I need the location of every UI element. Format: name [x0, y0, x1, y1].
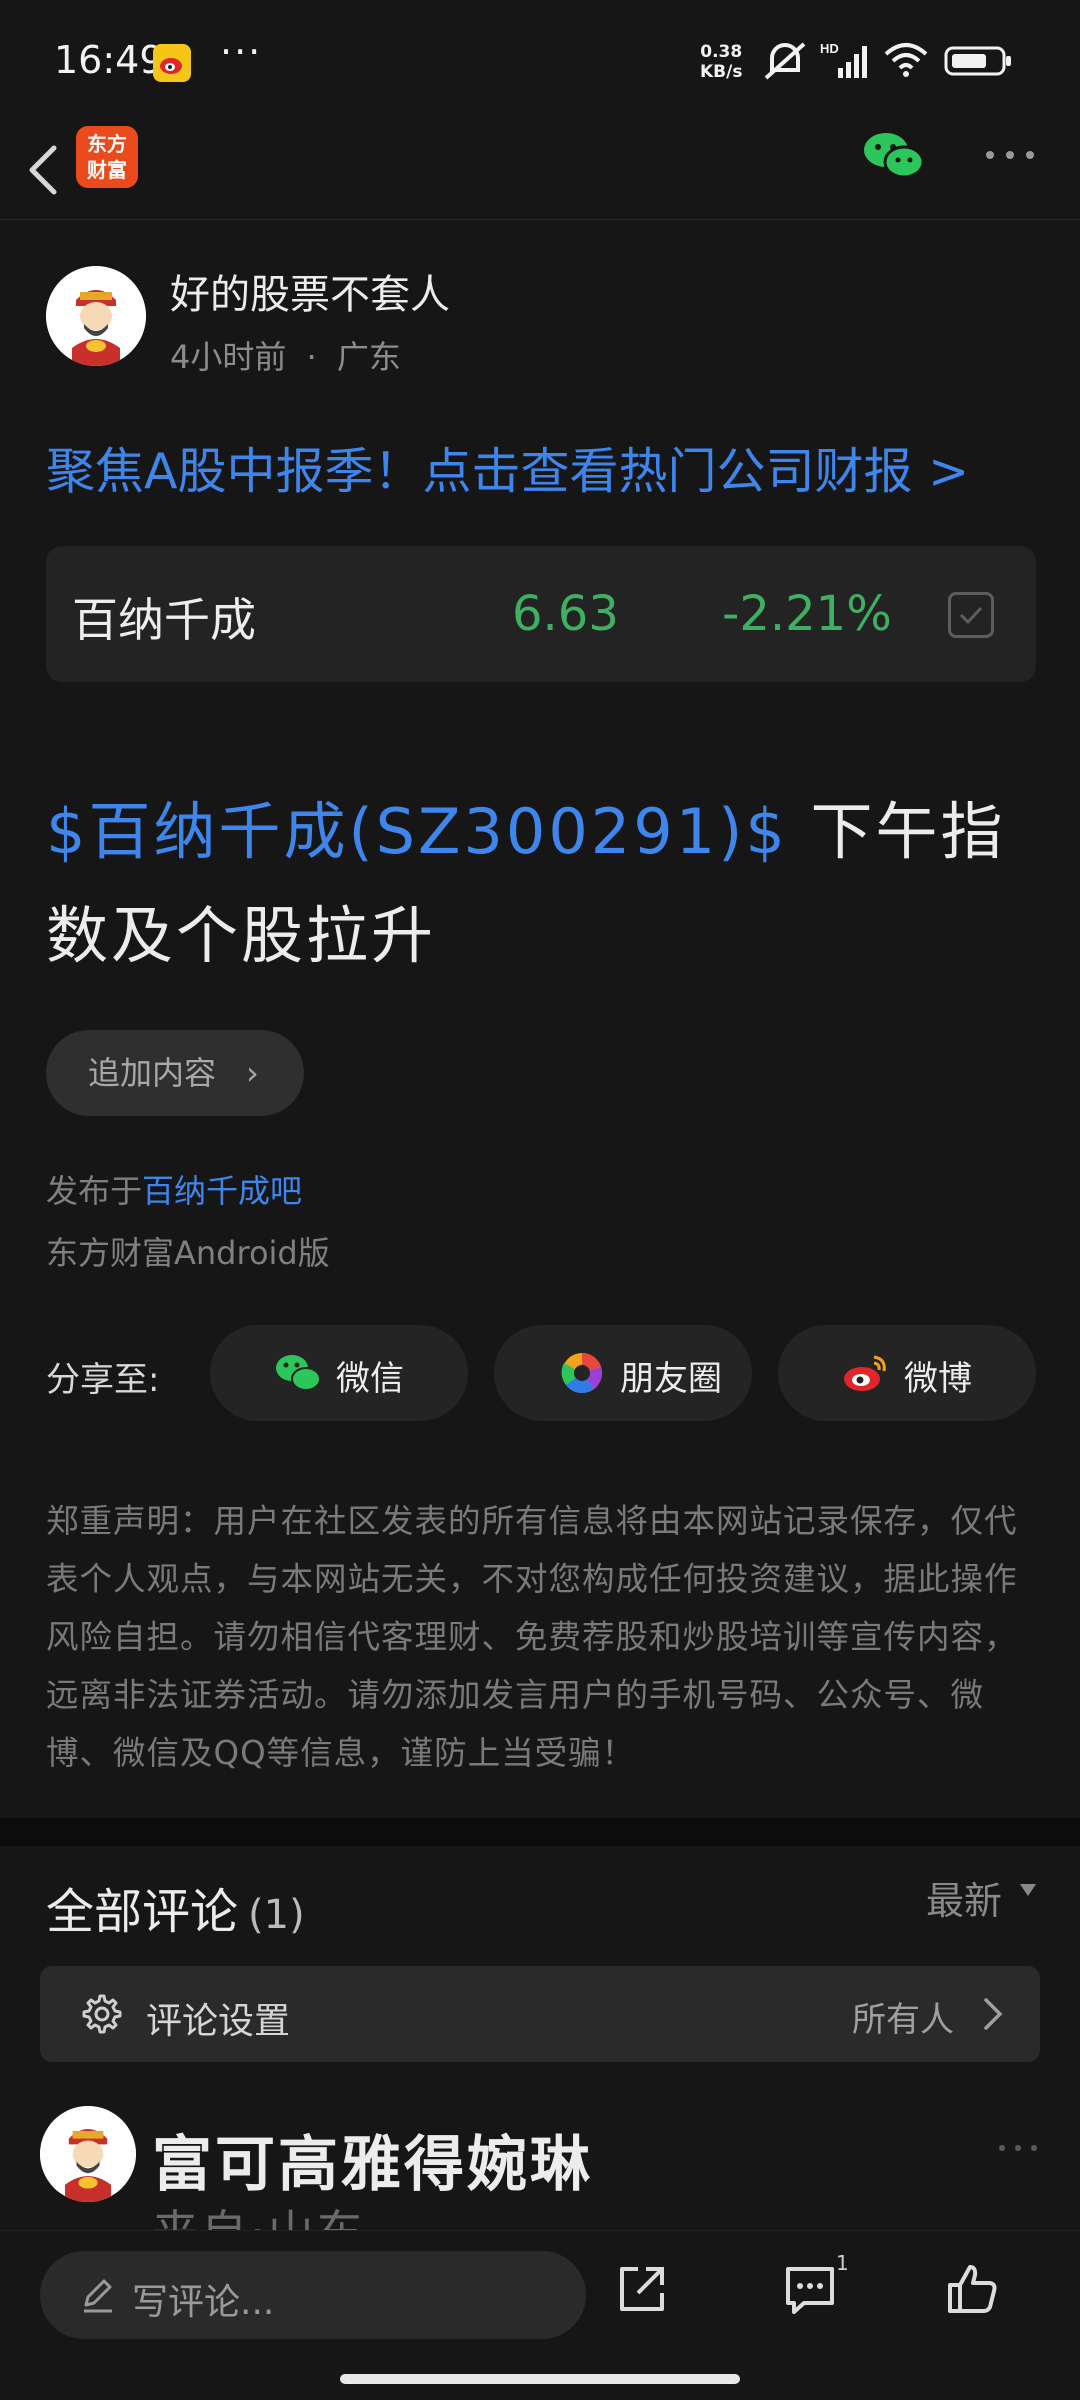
battery-icon: [944, 46, 1011, 76]
wechat-icon[interactable]: [862, 130, 926, 182]
post-detail-page: 16:49 ··· 0.38 KB/s HD 东方 财富 好的股票不套人 4小时…: [0, 0, 1080, 2400]
mute-icon: [764, 42, 806, 80]
disclaimer: 郑重声明：用户在社区发表的所有信息将由本网站记录保存，仅代表个人观点，与本网站无…: [46, 1502, 1018, 1772]
commenter-name[interactable]: 富可高雅得婉琳: [152, 2116, 593, 2203]
published-in: 发布于百纳千成吧: [46, 1172, 303, 1210]
stock-change: -2.21%: [722, 586, 892, 642]
weibo-icon: [153, 44, 191, 82]
append-content-button[interactable]: 追加内容 ›: [46, 1030, 304, 1116]
more-icon[interactable]: [982, 140, 1038, 170]
wechat-icon: [276, 1355, 321, 1391]
status-overflow: ···: [220, 30, 263, 74]
gear-icon: [82, 1994, 122, 2034]
author-meta: 4小时前 · 广东: [170, 338, 401, 376]
comments-title: 全部评论 (1): [46, 1884, 305, 1940]
bottom-action-bar: 写评论... 1: [0, 2230, 1080, 2356]
chevron-right-icon: ›: [246, 1054, 259, 1092]
more-icon[interactable]: [996, 2138, 1040, 2158]
weibo-icon: [844, 1355, 886, 1391]
chevron-right-icon: [984, 1998, 1003, 2030]
share-wechat-button[interactable]: 微信: [210, 1325, 468, 1421]
comment-icon[interactable]: [780, 2259, 840, 2319]
comment-settings-row[interactable]: 评论设置 所有人: [40, 1966, 1040, 2062]
stock-card[interactable]: 百纳千成 6.63 -2.21%: [46, 546, 1036, 682]
sort-toggle[interactable]: 最新: [926, 1870, 1002, 1925]
status-time: 16:49: [54, 38, 164, 82]
post-body: $百纳千成(SZ300291)$ 下午指数及个股拉升: [46, 780, 1046, 988]
caret-down-icon[interactable]: [1020, 1884, 1036, 1896]
promo-link[interactable]: 聚焦A股中报季！点击查看热门公司财报 >: [46, 432, 969, 503]
section-divider: [0, 1818, 1080, 1846]
comments-count: (1): [248, 1892, 305, 1938]
like-icon[interactable]: [942, 2259, 1002, 2319]
source-app: 东方财富Android版: [46, 1234, 330, 1272]
back-icon[interactable]: [18, 134, 68, 206]
wifi-icon: [884, 43, 928, 77]
commenter-avatar[interactable]: [40, 2106, 136, 2202]
share-moments-button[interactable]: 朋友圈: [494, 1325, 752, 1421]
forum-link[interactable]: 百纳千成吧: [142, 1172, 302, 1210]
svg-text:HD: HD: [820, 41, 839, 56]
home-indicator[interactable]: [340, 2374, 740, 2384]
status-bar: 16:49 ··· 0.38 KB/s HD: [0, 0, 1080, 120]
edit-icon: [84, 2279, 112, 2313]
check-icon: [959, 606, 983, 625]
app-logo: 东方 财富: [76, 126, 138, 188]
share-weibo-button[interactable]: 微博: [778, 1325, 1036, 1421]
comment-count-badge: 1: [836, 2251, 849, 2275]
stock-price: 6.63: [512, 586, 619, 642]
stock-name: 百纳千成: [72, 593, 256, 647]
share-icon[interactable]: [612, 2259, 672, 2319]
net-speed: 0.38 KB/s: [700, 42, 743, 82]
signal-icon: HD: [820, 41, 867, 78]
author-avatar[interactable]: [46, 266, 146, 366]
post-stock-tag[interactable]: $百纳千成(SZ300291)$: [46, 795, 788, 868]
comment-input[interactable]: 写评论...: [40, 2251, 586, 2339]
moments-icon: [561, 1353, 602, 1393]
author-name[interactable]: 好的股票不套人: [170, 262, 450, 320]
share-label: 分享至:: [46, 1360, 160, 1400]
watchlist-checkbox[interactable]: [948, 592, 994, 638]
